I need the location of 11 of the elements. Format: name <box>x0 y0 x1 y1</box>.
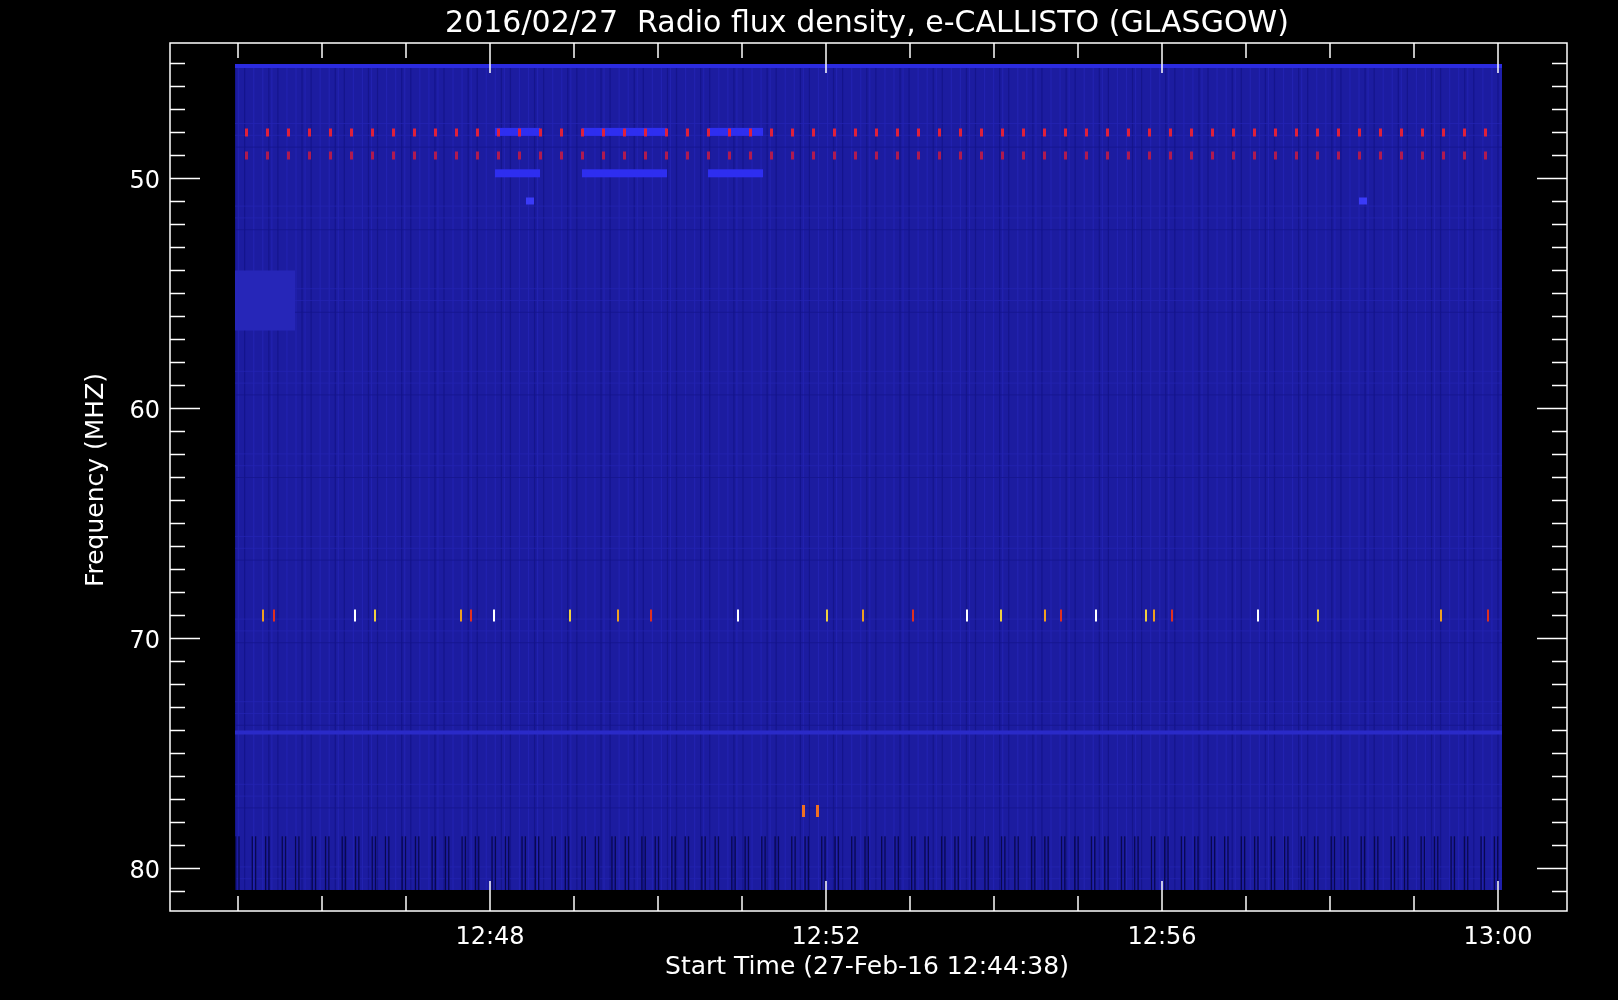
x-tick-label: 12:52 <box>791 922 861 950</box>
chart-title: 2016/02/27 Radio flux density, e-CALLISTO (GLASGOW) <box>445 4 1289 39</box>
x-tick-label: 12:48 <box>455 922 525 950</box>
y-axis-label: Frequency (MHZ) <box>80 372 109 588</box>
y-tick-label: 60 <box>129 395 160 424</box>
y-tick-label: 70 <box>129 625 160 654</box>
y-tick-label: 50 <box>129 165 160 194</box>
x-axis-label: Start Time (27-Feb-16 12:44:38) <box>665 951 1069 980</box>
y-tick-label: 80 <box>129 855 160 884</box>
x-tick-label: 13:00 <box>1463 922 1533 950</box>
x-tick-label: 12:56 <box>1127 922 1197 950</box>
